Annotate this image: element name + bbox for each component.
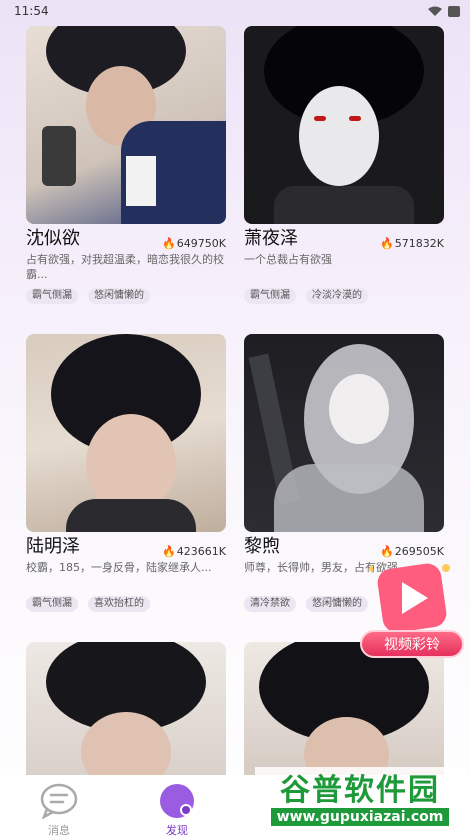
discover-icon [160, 784, 194, 818]
play-icon [368, 563, 450, 633]
flame-icon: 🔥 [162, 545, 176, 558]
chat-bubble-icon [40, 783, 78, 819]
character-name: 陆明泽 [26, 536, 80, 557]
character-card-5[interactable] [26, 642, 226, 782]
status-bar: 11:54 [0, 0, 470, 22]
character-photo [26, 334, 226, 532]
nav-messages-label: 消息 [48, 824, 70, 837]
popularity-count: 🔥 423661K [162, 545, 226, 558]
character-tag: 冷淡冷漠的 [306, 288, 368, 304]
status-icons [428, 5, 460, 17]
video-ringtone-promo[interactable]: 视频彩铃 [360, 560, 464, 664]
watermark-url: www.gupuxiazai.com [270, 808, 450, 826]
flame-icon: 🔥 [380, 237, 394, 250]
popularity-count: 🔥 649750K [162, 237, 226, 250]
character-description: 占有欲强，对我超温柔，暗恋我很久的校霸... [26, 253, 224, 281]
character-name: 萧夜泽 [244, 228, 298, 249]
character-tag: 霸气侧漏 [244, 288, 296, 304]
status-time: 11:54 [14, 4, 49, 18]
battery-icon [448, 5, 460, 17]
nav-discover[interactable]: 发现 [118, 775, 236, 837]
character-description: 一个总裁占有欲强 [244, 253, 332, 266]
character-name: 黎煦 [244, 536, 280, 557]
nav-discover-label: 发现 [166, 824, 188, 837]
character-tag: 喜欢抬杠的 [88, 596, 150, 612]
site-watermark: 谷普软件园 www.gupuxiazai.com [255, 767, 465, 833]
watermark-title: 谷普软件园 [280, 773, 440, 808]
character-photo [26, 642, 226, 782]
character-tag: 清冷禁欲 [244, 596, 296, 612]
flame-icon: 🔥 [380, 545, 394, 558]
character-tag: 悠闲慵懒的 [88, 288, 150, 304]
character-description: 校霸，185，一身反骨，陆家继承人... [26, 561, 212, 574]
character-name: 沈似欲 [26, 228, 80, 249]
popularity-count: 🔥 269505K [380, 545, 444, 558]
character-tag: 霸气侧漏 [26, 596, 78, 612]
character-tag: 霸气侧漏 [26, 288, 78, 304]
flame-icon: 🔥 [162, 237, 176, 250]
character-card-1[interactable]: 沈似欲 🔥 649750K 占有欲强，对我超温柔，暗恋我很久的校霸... 霸气侧漏… [26, 26, 226, 304]
character-photo [244, 26, 444, 224]
nav-messages[interactable]: 消息 [0, 775, 118, 837]
character-card-3[interactable]: 陆明泽 🔥 423661K 校霸，185，一身反骨，陆家继承人... 霸气侧漏 喜… [26, 334, 226, 612]
character-tag: 悠闲慵懒的 [306, 596, 368, 612]
popularity-count: 🔥 571832K [380, 237, 444, 250]
character-photo [26, 26, 226, 224]
promo-label[interactable]: 视频彩铃 [360, 630, 464, 658]
character-card-2[interactable]: 萧夜泽 🔥 571832K 一个总裁占有欲强 霸气侧漏 冷淡冷漠的 [244, 26, 444, 304]
character-photo [244, 334, 444, 532]
wifi-icon [428, 6, 442, 16]
